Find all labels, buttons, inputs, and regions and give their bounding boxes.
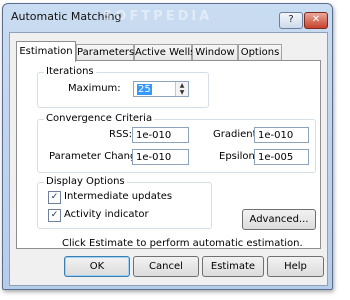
estimate-hint-text: Click Estimate to perform automatic esti… bbox=[62, 238, 303, 249]
epsilon-field[interactable]: 1e-005 bbox=[254, 149, 309, 165]
watermark-text: SOFTPEDIA bbox=[103, 9, 213, 24]
estimation-panel: Iterations Maximum: 25 ▲ ▼ Convergence C… bbox=[16, 60, 321, 249]
ok-button[interactable]: OK bbox=[64, 256, 130, 277]
tab-active-wells[interactable]: Active Wells bbox=[134, 44, 195, 61]
iterations-group-label: Iterations bbox=[44, 66, 96, 77]
tab-options[interactable]: Options bbox=[238, 44, 282, 61]
maximum-label: Maximum: bbox=[68, 83, 121, 94]
maximum-spinbox[interactable]: 25 ▲ ▼ bbox=[133, 81, 189, 97]
convergence-group: Convergence Criteria RSS: 1e-010 Gradien… bbox=[37, 113, 316, 173]
convergence-group-label: Convergence Criteria bbox=[44, 113, 155, 124]
display-options-group: Display Options ✓ Intermediate updates ✓… bbox=[37, 176, 212, 229]
epsilon-label: Epsilon: bbox=[219, 151, 259, 162]
spin-buttons[interactable]: ▲ ▼ bbox=[175, 82, 188, 96]
rss-label: RSS: bbox=[109, 129, 133, 140]
tab-window[interactable]: Window bbox=[192, 44, 238, 61]
automatic-matching-dialog: Automatic Matching SOFTPEDIA ? ✕ Estimat… bbox=[2, 3, 333, 290]
help-title-button[interactable]: ? bbox=[279, 12, 303, 29]
estimate-button[interactable]: Estimate bbox=[202, 256, 264, 277]
activity-indicator-label[interactable]: Activity indicator bbox=[64, 209, 149, 220]
close-button[interactable]: ✕ bbox=[304, 12, 328, 29]
dialog-body: Estimation Parameters Active Wells Windo… bbox=[9, 32, 328, 286]
title-bar[interactable]: Automatic Matching SOFTPEDIA ? ✕ bbox=[3, 4, 332, 30]
help-button[interactable]: Help bbox=[267, 256, 324, 277]
spin-up-icon[interactable]: ▲ bbox=[176, 82, 188, 89]
spin-down-icon[interactable]: ▼ bbox=[176, 89, 188, 96]
tab-parameters[interactable]: Parameters bbox=[76, 44, 134, 61]
activity-indicator-checkbox[interactable]: ✓ bbox=[48, 209, 61, 222]
advanced-button[interactable]: Advanced... bbox=[242, 209, 316, 230]
display-options-group-label: Display Options bbox=[44, 176, 127, 187]
intermediate-updates-label[interactable]: Intermediate updates bbox=[64, 191, 172, 202]
cancel-button[interactable]: Cancel bbox=[133, 256, 199, 277]
gradient-label: Gradient: bbox=[213, 129, 260, 140]
intermediate-updates-checkbox[interactable]: ✓ bbox=[48, 191, 61, 204]
rss-field[interactable]: 1e-010 bbox=[132, 127, 189, 143]
iterations-group: Iterations Maximum: 25 ▲ ▼ bbox=[37, 66, 209, 108]
maximum-value: 25 bbox=[137, 84, 152, 95]
gradient-field[interactable]: 1e-010 bbox=[254, 127, 309, 143]
tab-estimation[interactable]: Estimation bbox=[16, 41, 76, 62]
parameter-change-field[interactable]: 1e-010 bbox=[132, 149, 189, 165]
